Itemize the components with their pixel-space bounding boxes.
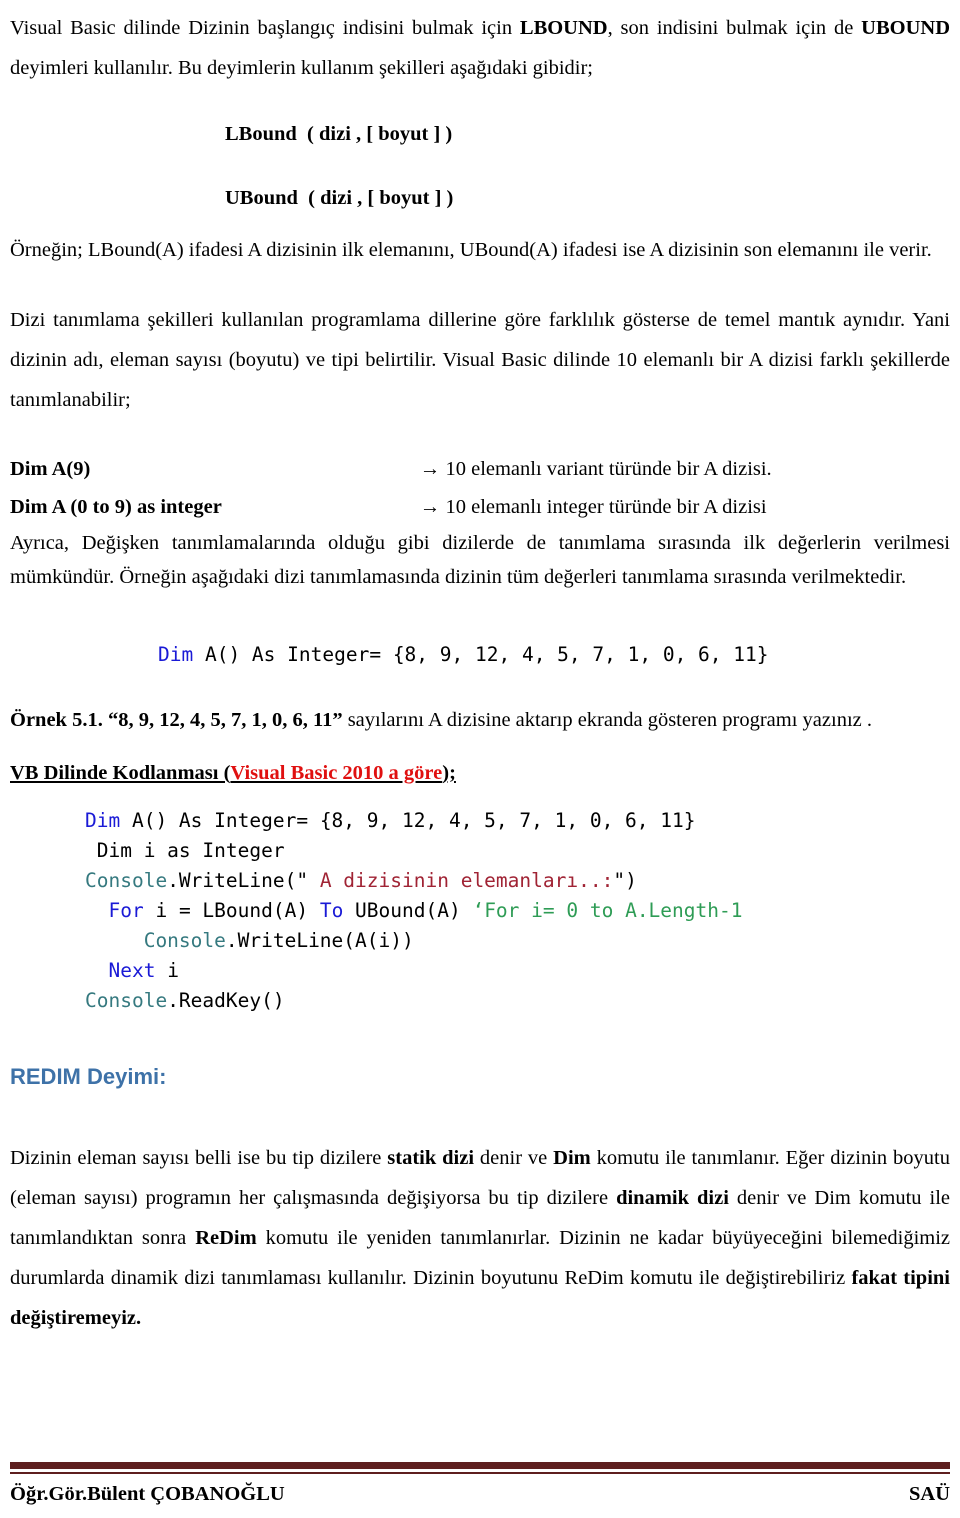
definition-paragraph: Dizi tanımlama şekilleri kullanılan prog… (10, 309, 950, 411)
vb-section-heading-wrap: VB Dilinde Kodlanması (Visual Basic 2010… (10, 754, 950, 792)
syntax-block: LBound ( dizi , [ boyut ] ) UBound ( diz… (10, 102, 950, 230)
dim-term: Dim (553, 1147, 591, 1169)
code-line: Console.WriteLine(A(i)) (85, 926, 950, 956)
dim-keyword: Dim (158, 643, 194, 666)
next-keyword: Next (108, 959, 156, 982)
heading-part-1: VB Dilinde Kodlanması ( (10, 762, 231, 784)
declaration-examples-table: Dim A(9) → 10 elemanlı variant türünde b… (10, 450, 950, 526)
redim-section-heading: REDIM Deyimi: (10, 1064, 167, 1089)
table-row: Dim A (0 to 9) as integer → 10 elemanlı … (10, 488, 950, 526)
footer-rule-thick (10, 1462, 950, 1469)
footer-author: Öğr.Gör.Bülent ÇOBANOĞLU (10, 1483, 285, 1505)
code-text: .ReadKey() (167, 989, 285, 1012)
dinamik-dizi-term: dinamik dizi (616, 1187, 729, 1209)
code-text: ") (613, 869, 637, 892)
redim-paragraph: Dizinin eleman sayısı belli ise bu tip d… (10, 1138, 950, 1338)
example-paragraph: Örnek 5.1. “8, 9, 12, 4, 5, 7, 1, 0, 6, … (10, 700, 950, 740)
declaration-syntax: Dim A (0 to 9) as integer (10, 496, 222, 518)
sample-declaration-rest: A() As Integer= {8, 9, 12, 4, 5, 7, 1, 0… (193, 643, 769, 666)
code-line: Dim A() As Integer= {8, 9, 12, 4, 5, 7, … (85, 806, 950, 836)
lbound-syntax-line: LBound ( dizi , [ boyut ] ) (225, 123, 453, 145)
page-footer: Öğr.Gör.Bülent ÇOBANOĞLU SAÜ (10, 1462, 950, 1506)
code-line: Dim i as Integer (85, 836, 950, 866)
initialization-paragraph: Ayrıca, Değişken tanımlamalarında olduğu… (10, 532, 950, 588)
code-text: i = LBound(A) (143, 899, 320, 922)
statik-dizi-term: statik dizi (387, 1147, 475, 1169)
code-comment: ‘For i= 0 to A.Length-1 (472, 899, 743, 922)
arrow-icon: → (419, 458, 441, 480)
code-line: Console.WriteLine(" A dizisinin elemanla… (85, 866, 950, 896)
example-label: Örnek 5.1. (10, 709, 103, 731)
lbound-keyword: LBOUND (519, 17, 608, 39)
sample-declaration-code: Dim A() As Integer= {8, 9, 12, 4, 5, 7, … (10, 640, 950, 670)
footer-institution: SAÜ (908, 1483, 950, 1505)
vb-section-heading: VB Dilinde Kodlanması (Visual Basic 2010… (10, 754, 456, 792)
document-page: Visual Basic dilinde Dizinin başlangıç i… (0, 0, 960, 1518)
description-text: 10 elemanlı integer türünde bir A dizisi (445, 496, 767, 518)
declaration-description: → 10 elemanlı integer türünde bir A dizi… (420, 488, 950, 526)
description-text: 10 elemanlı variant türünde bir A dizisi… (445, 458, 772, 480)
console-object: Console (85, 869, 168, 892)
code-line: Console.ReadKey() (85, 986, 950, 1016)
to-keyword: To (319, 899, 344, 922)
syntax-explanation-paragraph: Örneğin; LBound(A) ifadesi A dizisinin i… (10, 239, 932, 261)
declaration-description: → 10 elemanlı variant türünde bir A dizi… (420, 450, 950, 488)
example-text: sayılarını A dizisine aktarıp ekranda gö… (342, 709, 872, 731)
code-text: .WriteLine(A(i)) (225, 929, 414, 952)
heading-part-2: ); (442, 762, 456, 784)
vb-code-listing: Dim A() As Integer= {8, 9, 12, 4, 5, 7, … (10, 806, 950, 1016)
code-text: A() As Integer= {8, 9, 12, 4, 5, 7, 1, 0… (120, 809, 696, 832)
code-text: .WriteLine(" (167, 869, 309, 892)
intro-paragraph: Visual Basic dilinde Dizinin başlangıç i… (10, 8, 950, 88)
dim-keyword: Dim (85, 809, 121, 832)
ubound-keyword: UBOUND (861, 17, 950, 39)
heading-version-note: Visual Basic 2010 a göre (230, 762, 443, 784)
ubound-syntax-line: UBound ( dizi , [ boyut ] ) (225, 187, 454, 209)
intro-text-part-3: deyimleri kullanılır. Bu deyimlerin kull… (10, 57, 593, 79)
arrow-icon: → (419, 496, 441, 518)
intro-text-part-2: , son indisini bulmak için de (607, 17, 862, 39)
table-row: Dim A(9) → 10 elemanlı variant türünde b… (10, 450, 950, 488)
string-literal: A dizisinin elemanları..: (308, 869, 614, 892)
code-line: For i = LBound(A) To UBound(A) ‘For i= 0… (85, 896, 950, 926)
console-object: Console (85, 989, 168, 1012)
declaration-syntax: Dim A(9) (10, 458, 91, 480)
intro-text-part-1: Visual Basic dilinde Dizinin başlangıç i… (10, 17, 520, 39)
code-text: UBound(A) (343, 899, 473, 922)
redim-text-1: Dizinin eleman sayısı belli ise bu tip d… (10, 1147, 388, 1169)
for-keyword: For (108, 899, 144, 922)
redim-text-2: denir ve (474, 1147, 554, 1169)
footer-row: Öğr.Gör.Bülent ÇOBANOĞLU SAÜ (10, 1474, 950, 1506)
code-text: Dim i as Integer (85, 839, 285, 862)
console-object: Console (143, 929, 226, 952)
code-text: i (155, 959, 179, 982)
code-line: Next i (85, 956, 950, 986)
redim-term: ReDim (195, 1227, 257, 1249)
example-numbers: “8, 9, 12, 4, 5, 7, 1, 0, 6, 11” (107, 709, 343, 731)
